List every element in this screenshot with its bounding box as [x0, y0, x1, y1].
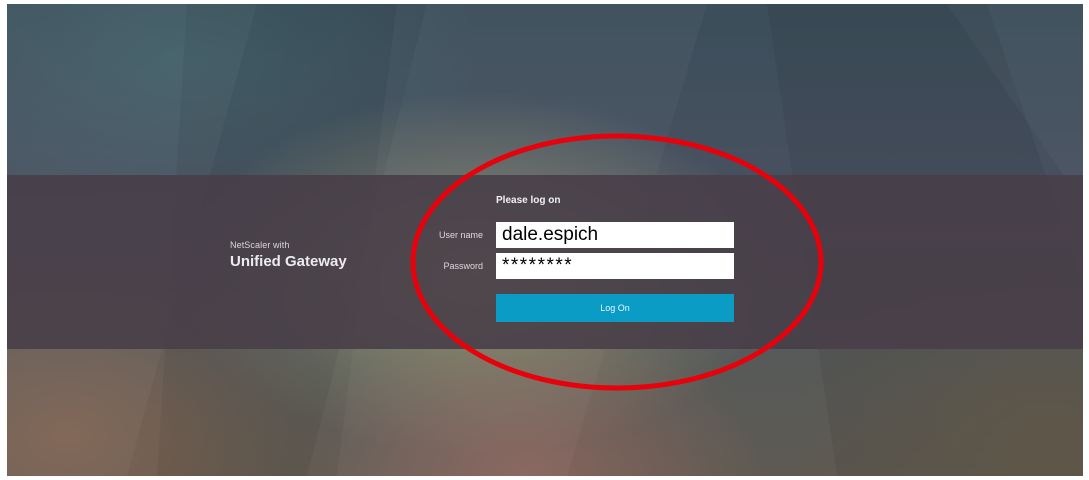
- product-branding: NetScaler with Unified Gateway: [230, 240, 347, 270]
- login-prompt: Please log on: [496, 195, 561, 206]
- username-label: User name: [438, 230, 483, 240]
- username-input[interactable]: dale.espich: [496, 222, 734, 248]
- password-label: Password: [443, 261, 483, 271]
- password-input[interactable]: ********: [496, 253, 734, 279]
- brand-title: Unified Gateway: [230, 253, 347, 270]
- brand-subtitle: NetScaler with: [230, 240, 290, 250]
- logon-button[interactable]: Log On: [496, 294, 734, 322]
